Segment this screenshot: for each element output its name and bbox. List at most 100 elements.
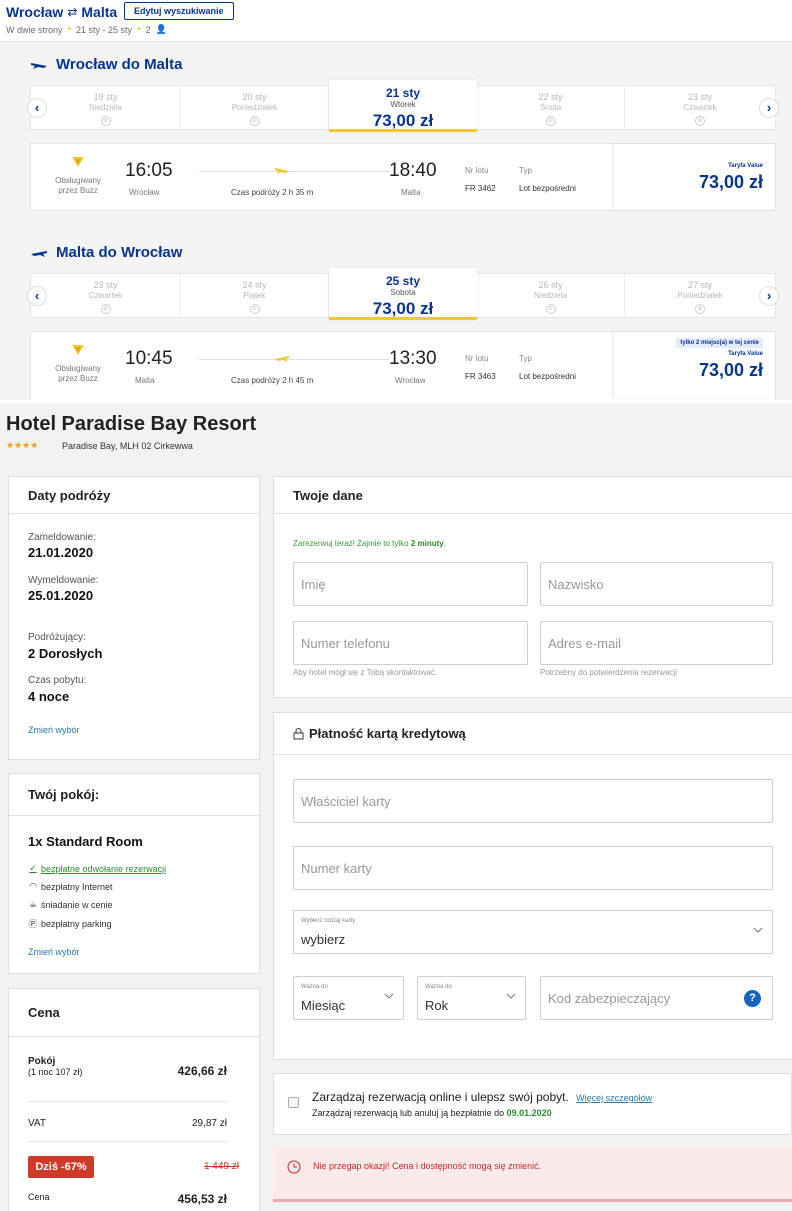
panel-title: Daty podróży [9, 477, 259, 514]
urgency-warning-box: Nie przegap okazji! Cena i dostępność mo… [273, 1146, 792, 1202]
date-day: 20 sty [242, 92, 267, 102]
trip-dates: 21 sty - 25 sty [76, 24, 133, 35]
fare-box[interactable]: Taryfa Value 73,00 zł [613, 144, 775, 210]
seats-left-badge: tylko 2 miejsc(a) w tej cenie [676, 338, 763, 348]
selected-date-cell[interactable]: 21 sty Wtorek 73,00 zł [329, 80, 477, 132]
security-code-field[interactable]: ? [540, 976, 773, 1020]
trip-summary-header: Wrocław ⇄ Malta Edytuj wyszukiwanie W dw… [0, 0, 792, 42]
date-cell[interactable]: 20 sty Poniedziałek ⊘ [181, 86, 329, 130]
security-code-input[interactable] [541, 977, 731, 1019]
plane-icon [275, 168, 289, 174]
date-weekday: Czwartek [683, 103, 717, 112]
checkout-label: Wymeldowanie: [28, 575, 99, 586]
flight-number: FR 3462 [465, 184, 496, 193]
travellers-label: Podróżujący: [28, 632, 86, 643]
date-cell[interactable]: 26 sty Niedziela ⊘ [477, 274, 625, 318]
edit-search-button[interactable]: Edytuj wyszukiwanie [124, 2, 234, 20]
card-number-field[interactable] [293, 846, 773, 890]
no-flight-icon: ⊘ [100, 304, 111, 314]
manage-booking-checkbox[interactable] [288, 1097, 299, 1108]
checkin-label: Zameldowanie: [28, 532, 96, 543]
date-weekday: Środa [539, 103, 562, 112]
manage-sub-text: Zarządzaj rezerwacją lub anuluj ją bezpł… [312, 1108, 507, 1118]
change-room-link[interactable]: Zmień wybór [28, 947, 80, 957]
hotel-name: Hotel Paradise Bay Resort [6, 413, 257, 435]
room-price-amount: 426,66 zł [177, 1064, 227, 1078]
operated-by: Obsługiwany przez Buzz [55, 364, 101, 383]
your-data-panel: Twoje dane Zarezerwuj teraz! Zajmie to t… [273, 476, 792, 698]
route-line [199, 359, 389, 360]
inbound-date-strip: 23 sty Czwartek ⊘ 24 sty Piątek ⊘ 26 sty… [27, 268, 779, 320]
inbound-title-text: Malta do Wrocław [56, 244, 183, 261]
inbound-flight-card[interactable]: Obsługiwany przez Buzz 10:45 Malta Czas … [30, 331, 776, 400]
phone-input[interactable] [294, 622, 527, 664]
prev-dates-button[interactable]: ‹ [27, 98, 47, 118]
date-cell[interactable]: 23 sty Czwartek ⊘ [31, 274, 181, 318]
arrival-city: Wrocław [395, 376, 426, 385]
manage-booking-box: Zarządzaj rezerwacją online i ulepsz swó… [273, 1073, 792, 1135]
selected-date-cell[interactable]: 25 sty Sobota 73,00 zł [329, 268, 477, 320]
date-cell[interactable]: 24 sty Piątek ⊘ [181, 274, 329, 318]
prev-dates-button[interactable]: ‹ [27, 286, 47, 306]
email-input[interactable] [541, 622, 772, 664]
selected-date-price: 73,00 zł [372, 111, 434, 130]
last-name-field[interactable] [540, 562, 773, 606]
date-cell[interactable]: 22 sty Środa ⊘ [477, 86, 625, 130]
no-flight-icon: ⊘ [545, 116, 556, 126]
fare-label: Taryfa Value [728, 163, 763, 169]
email-field[interactable] [540, 621, 773, 665]
select-caption: Wybierz rodzaj karty [301, 918, 356, 924]
trip-passengers: 2 [145, 24, 151, 35]
total-label: Cena [28, 1192, 50, 1202]
change-dates-link[interactable]: Zmień wybór [28, 725, 80, 735]
next-dates-button[interactable]: › [759, 286, 779, 306]
card-holder-input[interactable] [294, 780, 772, 822]
breakfast-icon: ☕ [28, 899, 38, 909]
no-flight-icon: ⊘ [695, 304, 705, 314]
departure-city: Wrocław [129, 188, 160, 197]
hotel-address: Paradise Bay, MLH 02 Cirkewwa [62, 441, 193, 451]
flight-type: Lot bezpośredni [519, 372, 576, 381]
last-name-input[interactable] [541, 563, 772, 605]
fare-label: Taryfa Value [728, 351, 763, 357]
flight-duration: Czas podróży 2 h 35 m [231, 188, 314, 197]
fare-box[interactable]: tylko 2 miejsc(a) w tej cenie Taryfa Val… [613, 332, 775, 398]
date-cell[interactable]: 23 sty Czwartek ⊘ [625, 86, 775, 130]
selected-date-day: 25 sty [385, 274, 421, 288]
next-dates-button[interactable]: › [759, 98, 779, 118]
separator-dot: • [137, 24, 141, 35]
card-holder-field[interactable] [293, 779, 773, 823]
date-cell[interactable]: 19 sty Niedziela ⊘ [31, 86, 181, 130]
first-name-input[interactable] [294, 563, 527, 605]
date-day: 23 sty [687, 92, 712, 102]
help-icon[interactable]: ? [744, 990, 761, 1007]
note-bold: 2 minuty [410, 539, 444, 548]
date-weekday: Poniedziałek [231, 103, 278, 112]
card-type-select[interactable]: Wybierz rodzaj karty wybierz [293, 910, 773, 954]
first-name-field[interactable] [293, 562, 528, 606]
route-from: Wrocław [6, 4, 64, 20]
room-feature[interactable]: ✓ bezpłatne odwołanie rezerwacji [28, 863, 166, 874]
card-number-input[interactable] [294, 847, 772, 889]
feature-text: bezpłatny Internet [41, 881, 113, 892]
date-cell[interactable]: 27 sty Poniedziałek ⊘ [625, 274, 775, 318]
panel-title: Twoje dane [274, 477, 792, 514]
outbound-flight-card[interactable]: Obsługiwany przez Buzz 16:05 Wrocław Cza… [30, 143, 776, 211]
date-weekday: Niedziela [534, 291, 567, 300]
plane-icon [275, 356, 289, 362]
note-end: . [443, 539, 446, 548]
parking-icon: Ⓟ [28, 919, 38, 929]
discount-badge: Dziś -67% [28, 1156, 94, 1178]
inbound-title: Malta do Wrocław [30, 244, 182, 261]
clock-icon [287, 1160, 301, 1174]
room-name: 1x Standard Room [28, 834, 143, 849]
phone-field[interactable] [293, 621, 528, 665]
departure-city: Malta [135, 376, 155, 385]
trip-type: W dwie strony [6, 24, 63, 35]
phone-hint: Aby hotel mógł się z Tobą skontaktować. [293, 668, 437, 677]
expiry-year-select[interactable]: Ważna do Rok [417, 976, 526, 1020]
panel-title: Cena [9, 989, 259, 1037]
chevron-down-icon [753, 927, 763, 933]
expiry-month-select[interactable]: Ważna do Miesiąc [293, 976, 404, 1020]
more-details-link[interactable]: Więcej szczegółów [576, 1093, 652, 1103]
